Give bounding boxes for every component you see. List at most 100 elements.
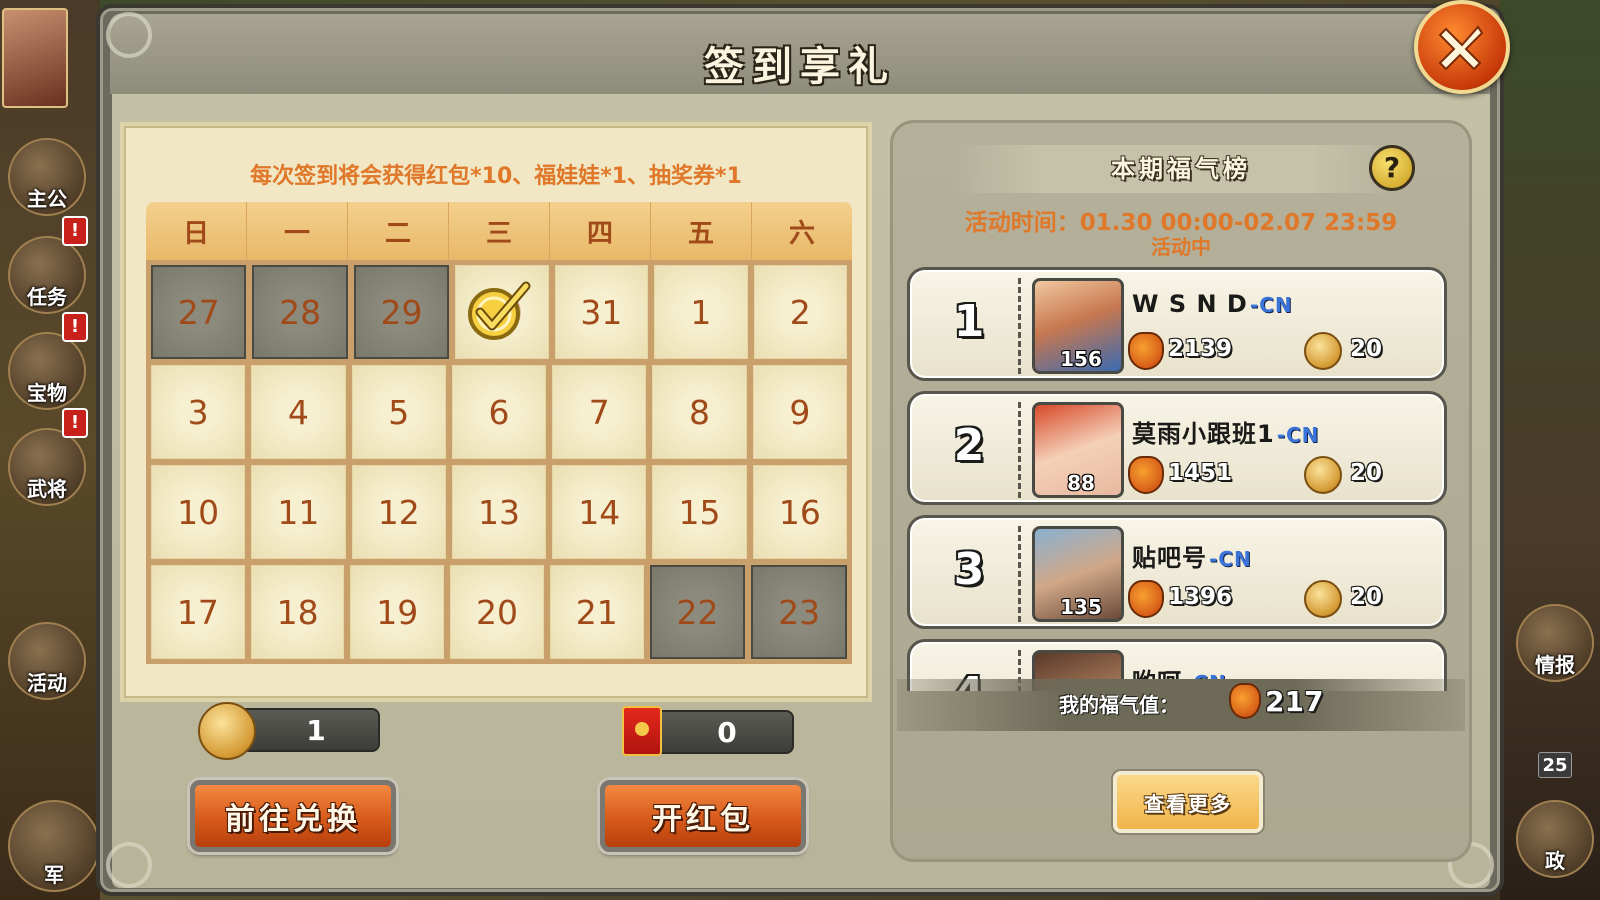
player-avatar[interactable] [2, 8, 68, 108]
calendar-day-past: 29 [353, 265, 450, 359]
calendar-grid: 日 一 二 三 四 五 六 27 28 29 30 [146, 202, 852, 664]
activity-status: 活动中 [1151, 235, 1211, 259]
sidebar-label: 政 [1545, 849, 1565, 873]
coin-reward: 20 [1350, 336, 1383, 362]
player-name-text: 莫雨小跟班1 [1132, 420, 1275, 448]
close-icon [1438, 25, 1484, 71]
dialog-title: 签到享礼 [704, 43, 896, 90]
calendar-day[interactable]: 17 [151, 565, 245, 659]
close-button[interactable] [1414, 0, 1510, 94]
coin-reward: 20 [1350, 460, 1383, 486]
player-name: 莫雨小跟班1 -CN [1132, 414, 1319, 449]
redpack-count-box: 0 [640, 710, 794, 754]
calendar-day-past: 23 [751, 565, 848, 659]
go-exchange-button[interactable]: 前往兑换 [190, 780, 396, 852]
fortune-pouch-icon [1128, 580, 1164, 618]
rank-divider [1018, 526, 1021, 622]
calendar-day[interactable]: 8 [652, 365, 747, 459]
view-more-button[interactable]: 查看更多 [1113, 771, 1263, 833]
calendar-day[interactable]: 18 [250, 565, 345, 659]
fortune-value: 1396 [1168, 584, 1233, 610]
rank-number: 2 [953, 420, 985, 471]
weekday-label: 二 [348, 202, 449, 260]
calendar-day[interactable]: 16 [752, 465, 847, 559]
calendar-days: 27 28 29 30 31 1 2 3 4 [146, 260, 852, 664]
sidebar-button-politics[interactable]: 政 [1516, 800, 1594, 878]
calendar-day[interactable]: 7 [552, 365, 647, 459]
checkin-reward-note: 每次签到将会获得红包*10、福娃娃*1、抽奖券*1 [250, 164, 742, 189]
weekday-label: 三 [449, 202, 550, 260]
fortune-value: 2139 [1168, 336, 1233, 362]
calendar-week-row: 17 18 19 20 21 22 23 [148, 562, 850, 662]
rank-divider [1018, 402, 1021, 498]
player-level: 156 [1060, 347, 1102, 371]
server-tag: -CN [1276, 423, 1320, 447]
sidebar-button-lord[interactable]: 主公 [8, 138, 86, 216]
help-button[interactable]: ? [1369, 145, 1415, 191]
weekday-label: 一 [247, 202, 348, 260]
calendar-day[interactable]: 2 [753, 265, 847, 359]
calendar-day[interactable]: 9 [752, 365, 847, 459]
calendar-day[interactable]: 31 [554, 265, 649, 359]
sidebar-button-army[interactable]: 军 [8, 800, 100, 892]
count-badge: 25 [1538, 752, 1572, 778]
player-name: 贴吧号 -CN [1132, 538, 1252, 573]
leaderboard-row[interactable]: 2 88 莫雨小跟班1 -CN 1451 20 [907, 391, 1447, 505]
calendar-day[interactable]: 1 [654, 265, 748, 359]
coin-reward: 20 [1350, 584, 1383, 610]
weekday-label: 日 [146, 202, 247, 260]
player-name: W S N D -CN [1132, 290, 1293, 318]
weekday-label: 六 [788, 218, 815, 249]
right-game-sidebar: 情报 25 政 [1500, 0, 1600, 900]
my-fortune-value: 217 [1265, 685, 1324, 718]
sidebar-label: 宝物 [27, 381, 67, 405]
calendar-day[interactable]: 15 [652, 465, 747, 559]
calendar-day[interactable]: 3 [151, 365, 246, 459]
calendar-day[interactable]: 14 [552, 465, 647, 559]
calendar-day[interactable]: 11 [251, 465, 346, 559]
calendar-day[interactable]: 20 [450, 565, 544, 659]
server-tag: -CN [1249, 293, 1293, 317]
sidebar-button-tasks[interactable]: 任务 [8, 236, 86, 314]
sidebar-button-events[interactable]: 活动 [8, 622, 86, 700]
fortune-leaderboard-panel: 本期福气榜 ? 活动时间：01.30 00:00-02.07 23:59 活动中… [890, 120, 1472, 862]
rank-number: 1 [953, 296, 985, 347]
sidebar-button-treasure[interactable]: 宝物 [8, 332, 86, 410]
calendar-week-row: 10 11 12 13 14 15 16 [148, 462, 850, 562]
sidebar-label: 情报 [1535, 653, 1575, 677]
corner-ornament-icon [106, 842, 152, 888]
calendar-day-checked[interactable]: 30 [455, 265, 549, 359]
my-fortune-bar [897, 679, 1465, 731]
leaderboard-row[interactable]: 1 156 W S N D -CN 2139 20 [907, 267, 1447, 381]
calendar-day[interactable]: 5 [351, 365, 446, 459]
calendar-day[interactable]: 10 [151, 465, 246, 559]
redpack-count: 0 [717, 715, 737, 749]
calendar-day[interactable]: 21 [549, 565, 644, 659]
calendar-week-row: 3 4 5 6 7 8 9 [148, 362, 850, 462]
weekday-label: 四 [550, 202, 651, 260]
sidebar-button-intel[interactable]: 情报 [1516, 604, 1594, 682]
calendar-day[interactable]: 13 [451, 465, 547, 559]
calendar-day[interactable]: 6 [451, 365, 547, 459]
lucky-coin-icon [1304, 332, 1342, 370]
leaderboard-row[interactable]: 3 135 贴吧号 -CN 1396 20 [907, 515, 1447, 629]
open-red-packet-button[interactable]: 开红包 [600, 780, 806, 852]
calendar-panel: 每次签到将会获得红包*10、福娃娃*1、抽奖券*1 日 一 二 三 四 五 六 … [120, 122, 872, 702]
lucky-coin-icon [1304, 456, 1342, 494]
sidebar-button-generals[interactable]: 武将 [8, 428, 86, 506]
fortune-value: 1451 [1168, 460, 1233, 486]
leaderboard-list[interactable]: 1 156 W S N D -CN 2139 20 2 88 莫雨小跟班1 -CN [907, 267, 1447, 691]
alert-badge: ! [62, 312, 88, 342]
player-portrait: 156 [1032, 278, 1124, 374]
calendar-day-past: 28 [252, 265, 348, 359]
server-tag: -CN [1209, 547, 1252, 571]
my-fortune-label: 我的福气值： [1059, 693, 1179, 717]
player-level: 135 [1060, 595, 1102, 619]
sidebar-label: 任务 [27, 285, 67, 309]
coin-count: 1 [306, 713, 326, 747]
weekday-label: 五 [651, 202, 752, 260]
calendar-day[interactable]: 4 [251, 365, 346, 459]
calendar-day[interactable]: 19 [350, 565, 445, 659]
calendar-day[interactable]: 12 [351, 465, 446, 559]
sidebar-label: 军 [44, 863, 64, 887]
